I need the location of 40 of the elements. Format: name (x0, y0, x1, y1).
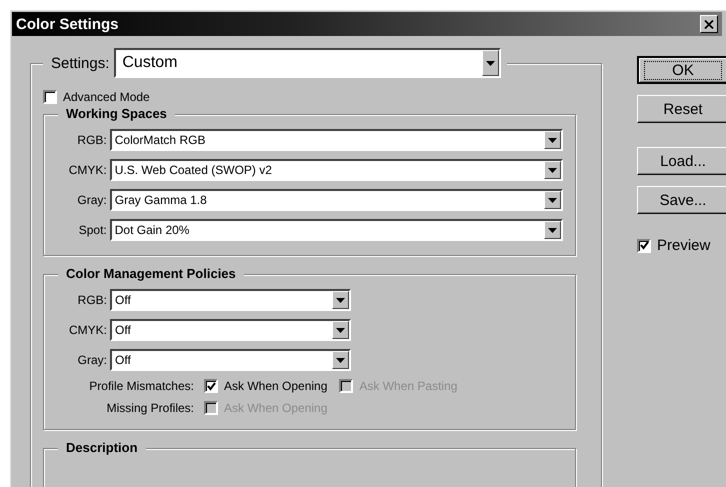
dialog-button[interactable]: OK (637, 56, 726, 84)
dropdown-value: Off (114, 323, 132, 337)
checkbox[interactable] (43, 90, 57, 104)
dropdown-value: ColorMatch RGB (114, 133, 206, 147)
dropdown[interactable]: ColorMatch RGB (110, 129, 563, 151)
field-label: CMYK: (68, 163, 108, 177)
dropdown[interactable]: Off (110, 319, 351, 341)
dialog-button[interactable]: Load... (637, 147, 726, 175)
checkbox-label: Preview (657, 237, 710, 254)
field-label: RGB: (76, 293, 108, 307)
dropdown[interactable]: Off (110, 349, 351, 371)
checkbox-label: Ask When Opening (224, 379, 328, 393)
dialog-button[interactable]: Reset (637, 95, 726, 123)
close-icon (704, 20, 714, 28)
group-title: Description (58, 440, 146, 455)
option-label: Profile Mismatches: (88, 379, 195, 393)
window-title: Color Settings (16, 16, 119, 32)
dropdown[interactable]: Off (110, 289, 351, 311)
field-label: Gray: (76, 193, 108, 207)
checkbox-label: Advanced Mode (63, 90, 150, 104)
checkbox[interactable] (204, 379, 218, 393)
dropdown-value: Off (114, 293, 132, 307)
field-label: Spot: (78, 223, 108, 237)
group-title: Color Management Policies (58, 266, 244, 281)
dropdown[interactable]: Dot Gain 20% (110, 219, 563, 241)
dropdown-value: Custom (121, 54, 178, 72)
dropdown-value: Gray Gamma 1.8 (114, 193, 208, 207)
close-button[interactable] (700, 15, 718, 33)
dialog-button[interactable]: Save... (637, 186, 726, 214)
field-label: RGB: (76, 133, 108, 147)
field-label: CMYK: (68, 323, 108, 337)
dropdown-value: U.S. Web Coated (SWOP) v2 (114, 163, 273, 177)
dropdown[interactable]: U.S. Web Coated (SWOP) v2 (110, 159, 563, 181)
dropdown[interactable]: Gray Gamma 1.8 (110, 189, 563, 211)
option-label: Missing Profiles: (106, 401, 195, 415)
field-label: Gray: (76, 353, 108, 367)
dropdown-value: Dot Gain 20% (114, 223, 190, 237)
dropdown-value: Off (114, 353, 132, 367)
checkbox[interactable] (637, 238, 651, 252)
group-title: Working Spaces (58, 106, 175, 121)
